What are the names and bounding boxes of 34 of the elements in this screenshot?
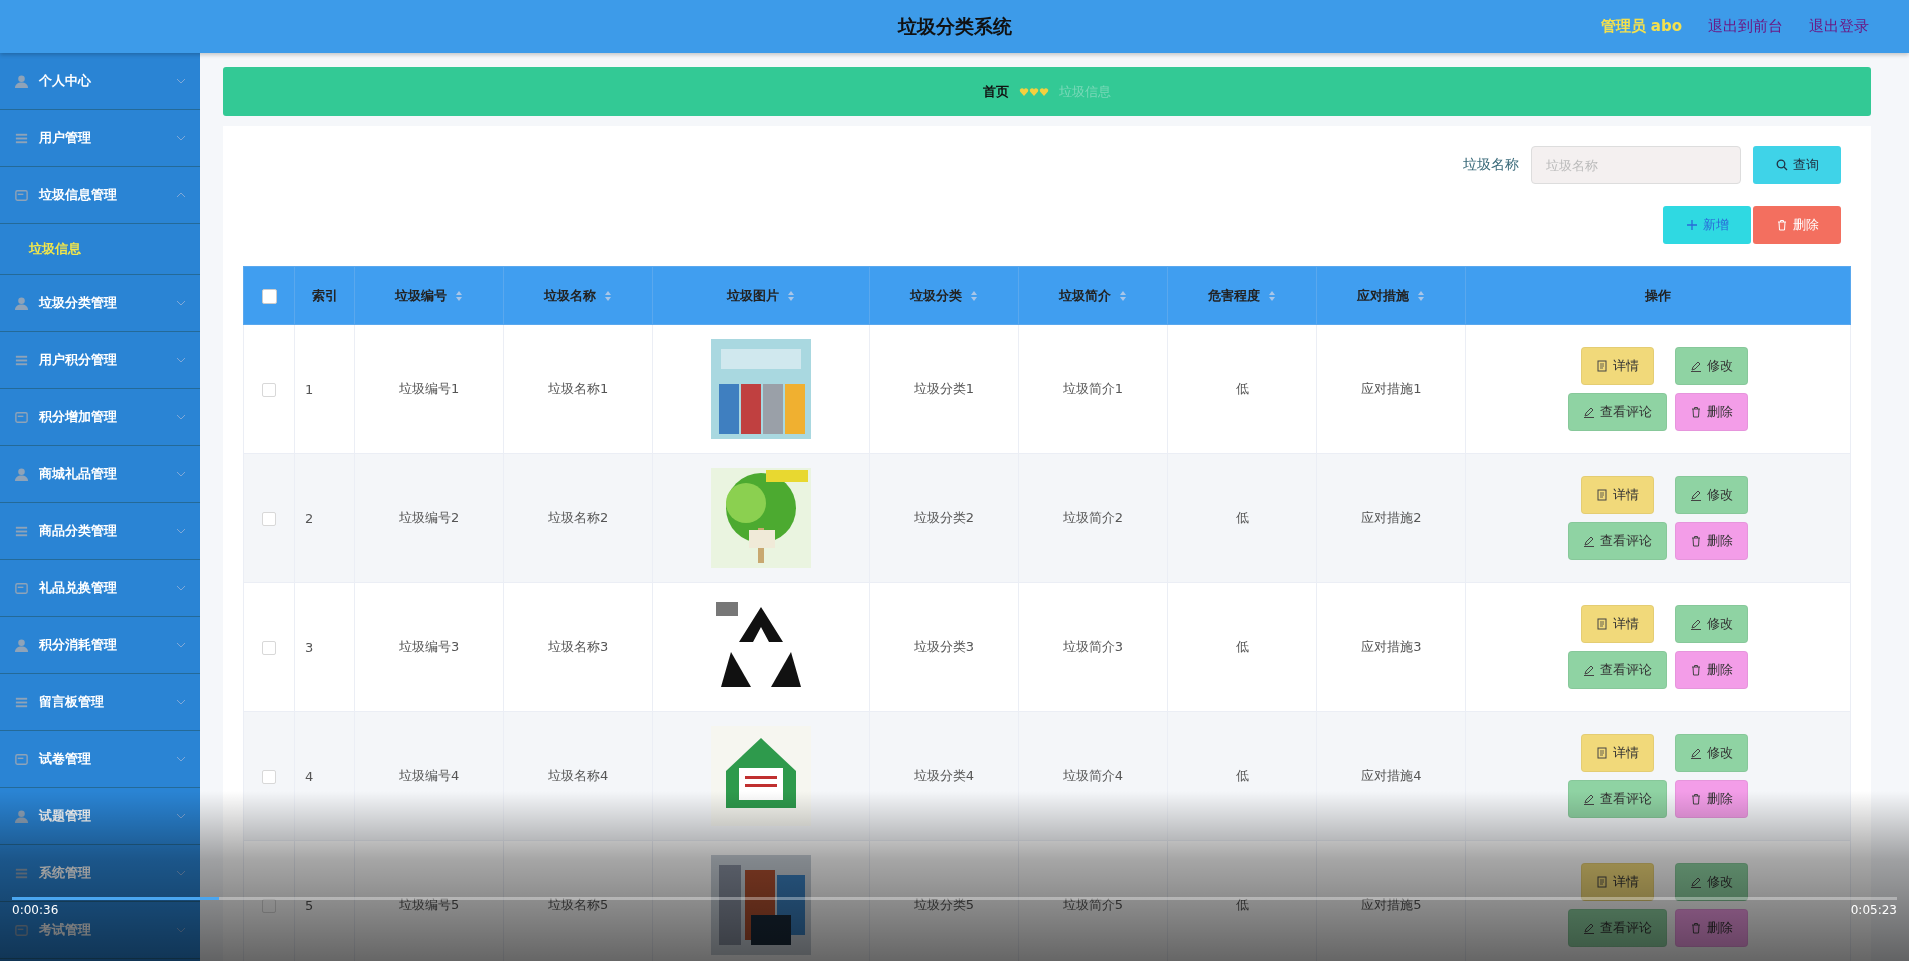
app-title: 垃圾分类系统 [897, 13, 1012, 39]
table-cell: 应对措施2 [1316, 453, 1466, 583]
table-cell: 垃圾编号2 [354, 453, 504, 583]
table-cell: 垃圾分类4 [869, 711, 1019, 841]
table-cell: 低 [1167, 324, 1317, 454]
table-cell: 应对措施4 [1316, 711, 1466, 841]
table-cell: 垃圾名称1 [503, 324, 653, 454]
table-cell: 垃圾编号1 [354, 324, 504, 454]
table-cell: 应对措施3 [1316, 582, 1466, 712]
table-cell: 垃圾简介1 [1018, 324, 1168, 454]
elapsed-time: 0:00:36 [12, 903, 59, 917]
table-cell: 4 [294, 711, 355, 841]
breadcrumb-current: 垃圾信息 [1059, 82, 1111, 101]
table-cell: 垃圾名称2 [503, 453, 653, 583]
table-cell: 垃圾分类2 [869, 453, 1019, 583]
table-cell: 垃圾简介4 [1018, 711, 1168, 841]
table-cell: 垃圾分类1 [869, 324, 1019, 454]
table-cell: 低 [1167, 711, 1317, 841]
admin-label: 管理员 abo [1600, 17, 1682, 36]
search-label: 垃圾名称 [1463, 156, 1519, 174]
table-cell: 垃圾名称3 [503, 582, 653, 712]
table-cell: 应对措施1 [1316, 324, 1466, 454]
table-cell: 垃圾编号4 [354, 711, 504, 841]
table-cell: 垃圾名称4 [503, 711, 653, 841]
table-cell: 2 [294, 453, 355, 583]
table-cell: 1 [294, 324, 355, 454]
table-cell: 低 [1167, 582, 1317, 712]
table-cell: 低 [1167, 453, 1317, 583]
table-cell: 垃圾编号3 [354, 582, 504, 712]
table-cell: 3 [294, 582, 355, 712]
duration-time: 0:05:23 [1850, 903, 1897, 917]
table-cell: 垃圾分类3 [869, 582, 1019, 712]
table-cell: 垃圾简介3 [1018, 582, 1168, 712]
table-cell: 垃圾简介2 [1018, 453, 1168, 583]
